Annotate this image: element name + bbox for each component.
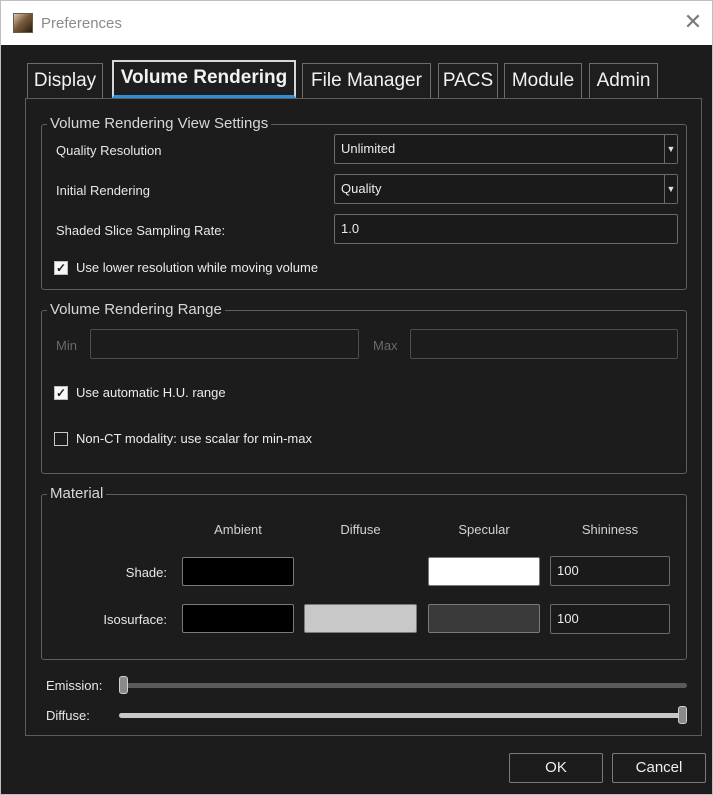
tab-admin[interactable]: Admin	[589, 63, 658, 98]
isosurface-ambient-swatch[interactable]	[182, 604, 294, 633]
preferences-window: Preferences ✕ Display Volume Rendering F…	[0, 0, 713, 795]
range-title: Volume Rendering Range	[47, 300, 225, 320]
view-settings-title: Volume Rendering View Settings	[47, 114, 272, 134]
cancel-button[interactable]: Cancel	[612, 753, 706, 783]
emission-slider-handle[interactable]	[119, 676, 128, 694]
non-ct-label: Non-CT modality: use scalar for min-max	[76, 431, 312, 446]
shade-shininess-input[interactable]: 100	[550, 556, 670, 586]
initial-rendering-value: Quality	[341, 181, 382, 196]
isosurface-specular-swatch[interactable]	[428, 604, 540, 633]
tab-display[interactable]: Display	[27, 63, 103, 98]
max-input[interactable]	[410, 329, 678, 359]
lower-resolution-label: Use lower resolution while moving volume	[76, 260, 319, 275]
title-bar: Preferences ✕	[1, 1, 712, 45]
shininess-column-header: Shininess	[581, 522, 639, 537]
isosurface-label: Isosurface:	[103, 612, 167, 627]
material-title: Material	[47, 484, 107, 504]
shade-ambient-swatch[interactable]	[182, 557, 294, 586]
lower-resolution-checkbox[interactable]: ✓	[54, 261, 68, 275]
sampling-rate-label: Shaded Slice Sampling Rate:	[56, 223, 226, 238]
tab-module[interactable]: Module	[504, 63, 582, 98]
isosurface-shininess-input[interactable]: 100	[550, 604, 670, 634]
min-label: Min	[56, 338, 77, 353]
shade-label: Shade:	[125, 565, 167, 580]
shade-specular-swatch[interactable]	[428, 557, 540, 586]
diffuse-label: Diffuse:	[46, 708, 90, 723]
quality-resolution-select[interactable]: Unlimited ▼	[334, 134, 678, 164]
initial-rendering-label: Initial Rendering	[56, 183, 150, 198]
auto-hu-label: Use automatic H.U. range	[76, 385, 226, 400]
diffuse-column-header: Diffuse	[340, 522, 381, 537]
initial-rendering-select[interactable]: Quality ▼	[334, 174, 678, 204]
close-icon[interactable]: ✕	[680, 9, 706, 35]
chevron-down-icon: ▼	[664, 135, 677, 163]
app-icon	[13, 13, 33, 33]
tab-volume-rendering[interactable]: Volume Rendering	[112, 60, 296, 98]
tab-pacs[interactable]: PACS	[438, 63, 498, 98]
diffuse-slider-handle[interactable]	[678, 706, 687, 724]
sampling-rate-input[interactable]: 1.0	[334, 214, 678, 244]
max-label: Max	[373, 338, 398, 353]
tab-file-manager[interactable]: File Manager	[302, 63, 431, 98]
diffuse-slider[interactable]	[119, 713, 687, 718]
diffuse-slider-fill	[119, 713, 687, 718]
quality-resolution-label: Quality Resolution	[56, 143, 162, 158]
window-title: Preferences	[41, 15, 122, 32]
non-ct-checkbox[interactable]	[54, 432, 68, 446]
min-input[interactable]	[90, 329, 359, 359]
auto-hu-checkbox[interactable]: ✓	[54, 386, 68, 400]
ok-button[interactable]: OK	[509, 753, 603, 783]
emission-slider[interactable]	[119, 683, 687, 688]
chevron-down-icon: ▼	[664, 175, 677, 203]
quality-resolution-value: Unlimited	[341, 141, 396, 156]
emission-label: Emission:	[46, 678, 103, 693]
isosurface-diffuse-swatch[interactable]	[304, 604, 417, 633]
specular-column-header: Specular	[458, 522, 510, 537]
ambient-column-header: Ambient	[214, 522, 262, 537]
